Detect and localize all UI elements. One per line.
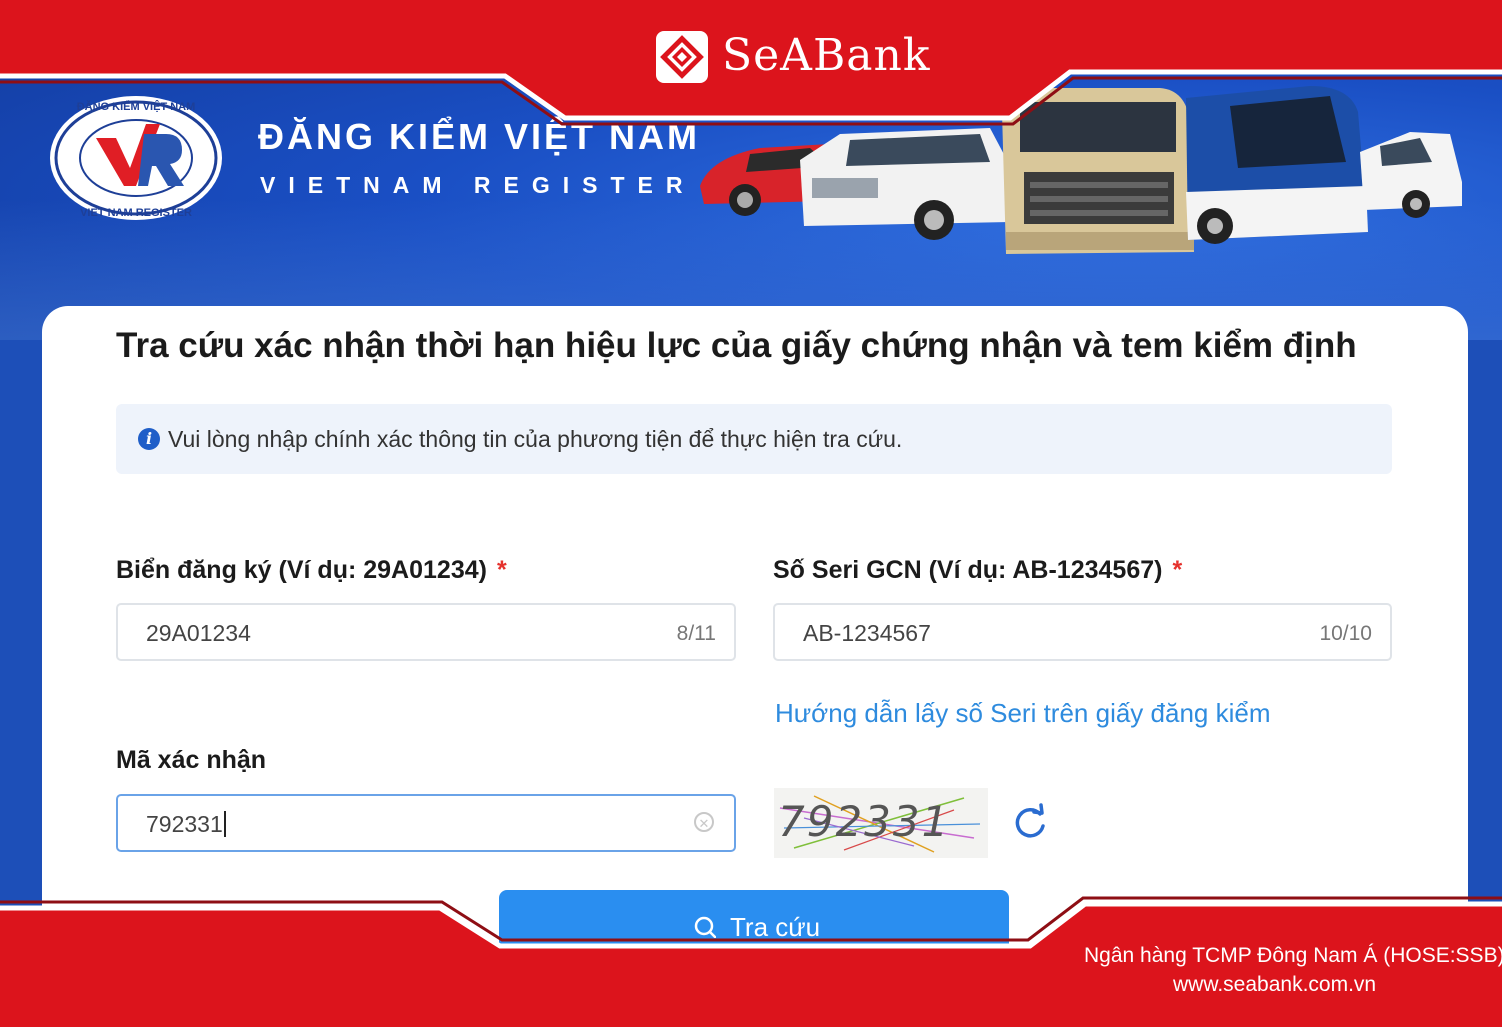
serial-help-link[interactable]: Hướng dẫn lấy số Seri trên giấy đăng kiể… [775, 698, 1271, 729]
captcha-label: Mã xác nhận [116, 746, 267, 774]
captcha-input[interactable]: 792331 ✕ [116, 794, 736, 852]
required-mark: * [496, 556, 507, 584]
notice-text: Vui lòng nhập chính xác thông tin của ph… [168, 426, 903, 452]
logo-ring-bottom-text: VIET NAM REGISTER [80, 207, 192, 219]
footer-bank-name: Ngân hàng TCMP Đông Nam Á (HOSE:SSB) [1084, 944, 1502, 967]
text-caret [223, 811, 226, 837]
serial-counter: 10/10 [1319, 622, 1372, 645]
captcha-image: 792331 [774, 788, 988, 858]
captcha-graphic: 792331 [778, 795, 981, 853]
serial-input[interactable]: AB-1234567 10/10 [773, 603, 1392, 661]
serial-value: AB-1234567 [803, 620, 931, 646]
serial-label: Số Seri GCN (Ví dụ: AB-1234567) * [773, 556, 1182, 585]
refresh-icon[interactable] [1010, 802, 1050, 842]
plate-input[interactable]: 29A01234 8/11 [116, 603, 736, 661]
info-icon: i [138, 428, 160, 450]
brand-subtitle: VIETNAM REGISTER [260, 172, 696, 198]
captcha-value: 792331 [146, 811, 223, 837]
plate-label-text: Biển đăng ký (Ví dụ: 29A01234) [116, 556, 487, 584]
seabank-logo-icon [656, 31, 708, 83]
captcha-text: 792331 [778, 797, 950, 846]
clear-icon[interactable]: ✕ [694, 812, 714, 832]
required-mark: * [1172, 556, 1183, 584]
plate-label: Biển đăng ký (Ví dụ: 29A01234) * [116, 556, 507, 585]
footer-website[interactable]: www.seabank.com.vn [1173, 973, 1376, 997]
captcha-input-value: 792331 [146, 811, 226, 838]
serial-label-text: Số Seri GCN (Ví dụ: AB-1234567) [773, 556, 1163, 584]
seabank-name: SeABank [722, 30, 931, 81]
page-title: Tra cứu xác nhận thời hạn hiệu lực của g… [116, 326, 1357, 365]
plate-value: 29A01234 [146, 620, 251, 646]
plate-counter: 8/11 [676, 622, 716, 645]
